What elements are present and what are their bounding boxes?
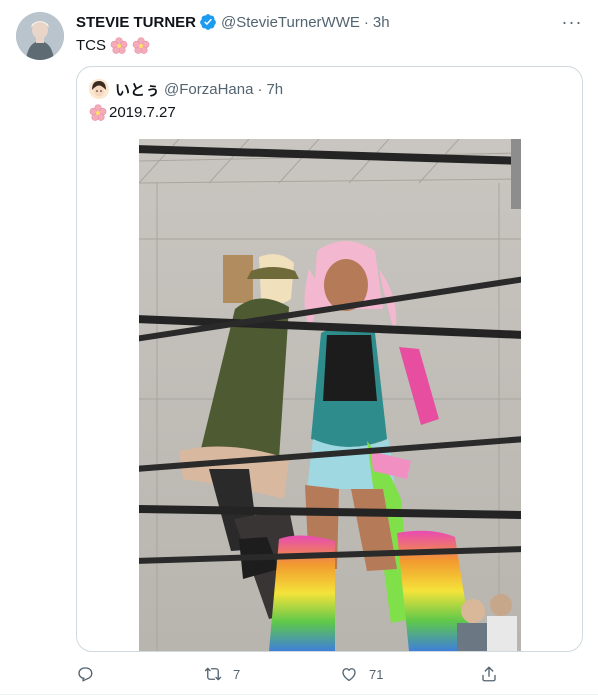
- separator-dot: ·: [257, 80, 263, 98]
- like-count: 71: [369, 666, 384, 682]
- like-icon: [342, 668, 356, 682]
- verified-badge-icon: [200, 14, 216, 30]
- cherry-blossom-icon: [132, 37, 150, 54]
- quoted-author-handle: @ForzaHana: [164, 80, 254, 98]
- more-icon[interactable]: ···: [560, 10, 584, 34]
- separator-dot: ·: [363, 13, 369, 31]
- author-handle[interactable]: @StevieTurnerWWE: [221, 14, 360, 31]
- tweet-actions: 7 71: [76, 661, 582, 687]
- like-button[interactable]: 71: [340, 661, 383, 687]
- quoted-author-avatar: [89, 79, 109, 99]
- quoted-tweet[interactable]: いとぅ @ForzaHana · 7h 2019.7.27: [76, 66, 583, 652]
- tweet-text-content: TCS: [76, 37, 106, 54]
- share-button[interactable]: [480, 661, 498, 687]
- quoted-tweet-timestamp: 7h: [266, 80, 284, 98]
- tweet-text: TCS: [76, 36, 150, 56]
- author-avatar[interactable]: [16, 12, 64, 60]
- reply-icon: [78, 667, 93, 682]
- share-icon: [482, 666, 496, 682]
- retweet-button[interactable]: 7: [204, 661, 240, 687]
- quoted-tweet-photo[interactable]: [139, 139, 521, 651]
- cherry-blossom-icon: [110, 37, 128, 54]
- wrestling-ring-photo: [139, 139, 521, 651]
- tweet-timestamp[interactable]: 3h: [373, 14, 390, 31]
- retweet-count: 7: [233, 666, 241, 682]
- author-name[interactable]: STEVIE TURNER: [76, 14, 196, 31]
- quoted-author-name: いとぅ: [115, 81, 161, 99]
- quoted-tweet-text-content: 2019.7.27: [109, 104, 176, 121]
- retweet-icon: [204, 667, 222, 681]
- tweet-header: STEVIE TURNER @StevieTurnerWWE · 3h: [76, 12, 582, 32]
- quoted-tweet-header: いとぅ @ForzaHana · 7h: [89, 79, 283, 99]
- cherry-blossom-icon: [89, 104, 107, 121]
- quoted-tweet-text: 2019.7.27: [89, 103, 176, 123]
- tweet[interactable]: STEVIE TURNER @StevieTurnerWWE · 3h ··· …: [0, 0, 598, 695]
- reply-button[interactable]: [76, 661, 105, 687]
